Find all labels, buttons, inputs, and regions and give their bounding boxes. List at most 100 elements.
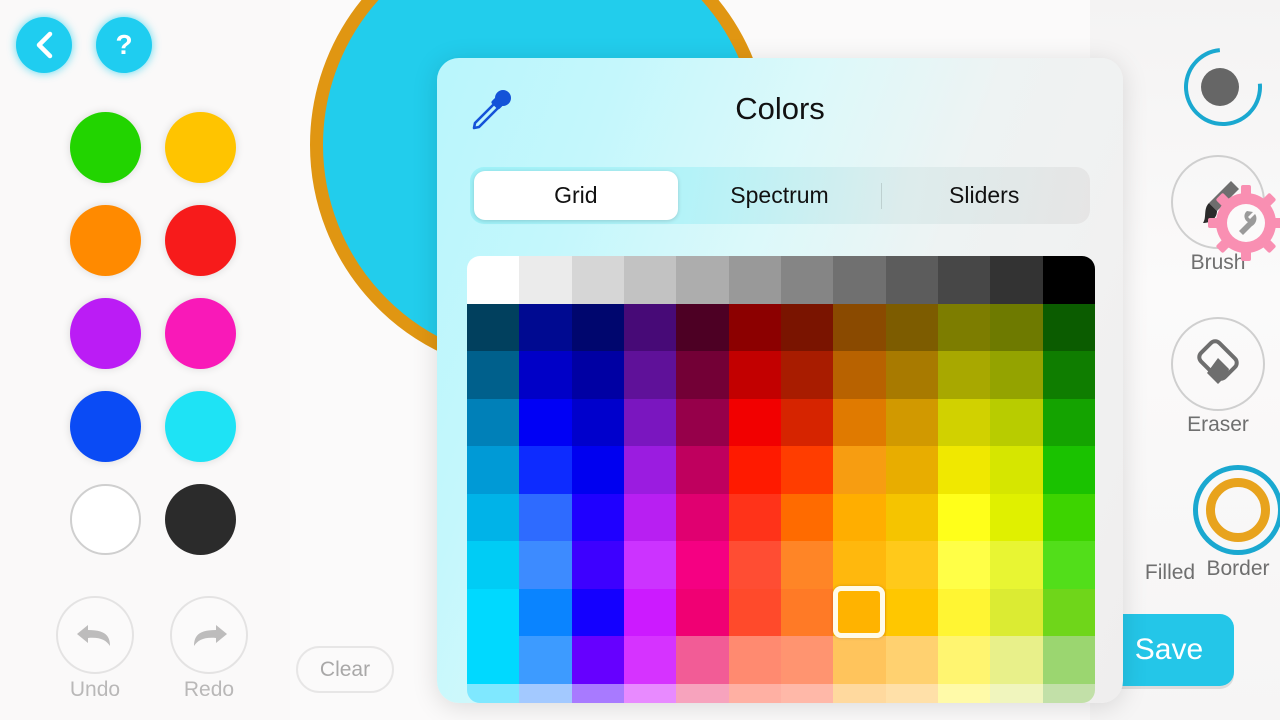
tab-spectrum[interactable]: Spectrum: [678, 171, 882, 220]
redo-button[interactable]: Redo: [170, 596, 248, 702]
color-cell-r3-c3[interactable]: [623, 398, 677, 446]
color-cell-r8-c10[interactable]: [990, 636, 1043, 684]
color-cell-r2-c7[interactable]: [833, 351, 886, 399]
color-cell-r9-c0[interactable]: [467, 683, 520, 703]
color-cell-r4-c7[interactable]: [833, 446, 886, 494]
color-cell-r7-c10[interactable]: [990, 588, 1043, 636]
redo-button-circle[interactable]: [170, 596, 248, 674]
color-cell-r6-c0[interactable]: [467, 541, 520, 589]
color-cell-r7-c0[interactable]: [467, 588, 520, 636]
color-cell-r4-c3[interactable]: [623, 446, 677, 494]
color-cell-r1-c9[interactable]: [937, 303, 991, 351]
color-cell-r7-c11[interactable]: [1042, 588, 1095, 636]
color-cell-r4-c0[interactable]: [467, 446, 520, 494]
color-cell-r6-c3[interactable]: [623, 541, 677, 589]
color-cell-r3-c7[interactable]: [833, 398, 886, 446]
style-border[interactable]: Border: [1178, 465, 1280, 581]
color-cell-r1-c7[interactable]: [833, 303, 886, 351]
color-cell-r5-c1[interactable]: [519, 493, 572, 541]
color-cell-r1-c8[interactable]: [885, 303, 938, 351]
color-cell-r1-c6[interactable]: [780, 303, 834, 351]
color-cell-r5-c4[interactable]: [676, 493, 729, 541]
color-cell-r8-c6[interactable]: [780, 636, 834, 684]
color-cell-r2-c8[interactable]: [885, 351, 938, 399]
color-cell-r1-c1[interactable]: [519, 303, 572, 351]
color-cell-r1-c5[interactable]: [728, 303, 781, 351]
color-cell-r9-c11[interactable]: [1042, 683, 1095, 703]
color-cell-r4-c5[interactable]: [728, 446, 781, 494]
color-cell-r8-c8[interactable]: [885, 636, 938, 684]
color-cell-r6-c4[interactable]: [676, 541, 729, 589]
color-cell-r5-c6[interactable]: [780, 493, 834, 541]
color-cell-r8-c5[interactable]: [728, 636, 781, 684]
back-button[interactable]: [16, 17, 72, 73]
color-cell-r9-c1[interactable]: [519, 683, 572, 703]
color-cell-r7-c5[interactable]: [728, 588, 781, 636]
color-cell-r1-c3[interactable]: [623, 303, 677, 351]
color-cell-r2-c0[interactable]: [467, 351, 520, 399]
color-cell-r6-c6[interactable]: [780, 541, 834, 589]
color-cell-r7-c3[interactable]: [623, 588, 677, 636]
color-cell-r4-c1[interactable]: [519, 446, 572, 494]
color-cell-r3-c2[interactable]: [571, 398, 624, 446]
color-cell-r8-c9[interactable]: [937, 636, 991, 684]
color-cell-r2-c11[interactable]: [1042, 351, 1095, 399]
color-cell-r7-c4[interactable]: [676, 588, 729, 636]
color-cell-r7-c1[interactable]: [519, 588, 572, 636]
swatch-blue[interactable]: [70, 391, 141, 462]
color-cell-r5-c7[interactable]: [833, 493, 886, 541]
color-cell-r9-c9[interactable]: [937, 683, 991, 703]
undo-button-circle[interactable]: [56, 596, 134, 674]
color-cell-r4-c2[interactable]: [571, 446, 624, 494]
color-cell-r3-c6[interactable]: [780, 398, 834, 446]
color-cell-r6-c7[interactable]: [833, 541, 886, 589]
color-cell-r6-c10[interactable]: [990, 541, 1043, 589]
color-cell-r8-c4[interactable]: [676, 636, 729, 684]
swatch-white[interactable]: [70, 484, 141, 555]
color-cell-r4-c8[interactable]: [885, 446, 938, 494]
swatch-yellow[interactable]: [165, 112, 236, 183]
color-cell-r3-c5[interactable]: [728, 398, 781, 446]
color-cell-r3-c9[interactable]: [937, 398, 991, 446]
color-cell-r7-c9[interactable]: [937, 588, 991, 636]
tool-eraser[interactable]: Eraser: [1158, 317, 1278, 437]
color-cell-r3-c11[interactable]: [1042, 398, 1095, 446]
color-cell-r5-c3[interactable]: [623, 493, 677, 541]
color-cell-r3-c4[interactable]: [676, 398, 729, 446]
color-cell-r2-c2[interactable]: [571, 351, 624, 399]
color-cell-r5-c10[interactable]: [990, 493, 1043, 541]
color-cell-r5-c0[interactable]: [467, 493, 520, 541]
swatch-purple[interactable]: [70, 298, 141, 369]
color-cell-r7-c6[interactable]: [780, 588, 834, 636]
help-button[interactable]: ?: [96, 17, 152, 73]
color-cell-r6-c1[interactable]: [519, 541, 572, 589]
color-cell-r5-c11[interactable]: [1042, 493, 1095, 541]
swatch-cyan[interactable]: [165, 391, 236, 462]
color-cell-r2-c4[interactable]: [676, 351, 729, 399]
size-dot-large[interactable]: [1201, 68, 1239, 106]
color-cell-r1-c0[interactable]: [467, 303, 520, 351]
color-cell-r9-c4[interactable]: [676, 683, 729, 703]
color-cell-r9-c7[interactable]: [833, 683, 886, 703]
color-cell-r6-c5[interactable]: [728, 541, 781, 589]
color-cell-r4-c11[interactable]: [1042, 446, 1095, 494]
color-cell-r3-c1[interactable]: [519, 398, 572, 446]
color-cell-r9-c3[interactable]: [623, 683, 677, 703]
color-cell-r5-c5[interactable]: [728, 493, 781, 541]
color-cell-r5-c9[interactable]: [937, 493, 991, 541]
tab-grid[interactable]: Grid: [474, 171, 678, 220]
color-cell-r2-c9[interactable]: [937, 351, 991, 399]
settings-button[interactable]: [1206, 183, 1280, 263]
swatch-black[interactable]: [165, 484, 236, 555]
color-cell-r6-c9[interactable]: [937, 541, 991, 589]
color-cell-r9-c6[interactable]: [780, 683, 834, 703]
color-cell-r8-c11[interactable]: [1042, 636, 1095, 684]
color-cell-r2-c6[interactable]: [780, 351, 834, 399]
color-cell-r2-c5[interactable]: [728, 351, 781, 399]
swatch-red[interactable]: [165, 205, 236, 276]
color-cell-r8-c2[interactable]: [571, 636, 624, 684]
color-cell-r4-c4[interactable]: [676, 446, 729, 494]
save-button[interactable]: Save: [1104, 614, 1234, 686]
color-cell-r1-c10[interactable]: [990, 303, 1043, 351]
undo-button[interactable]: Undo: [56, 596, 134, 702]
